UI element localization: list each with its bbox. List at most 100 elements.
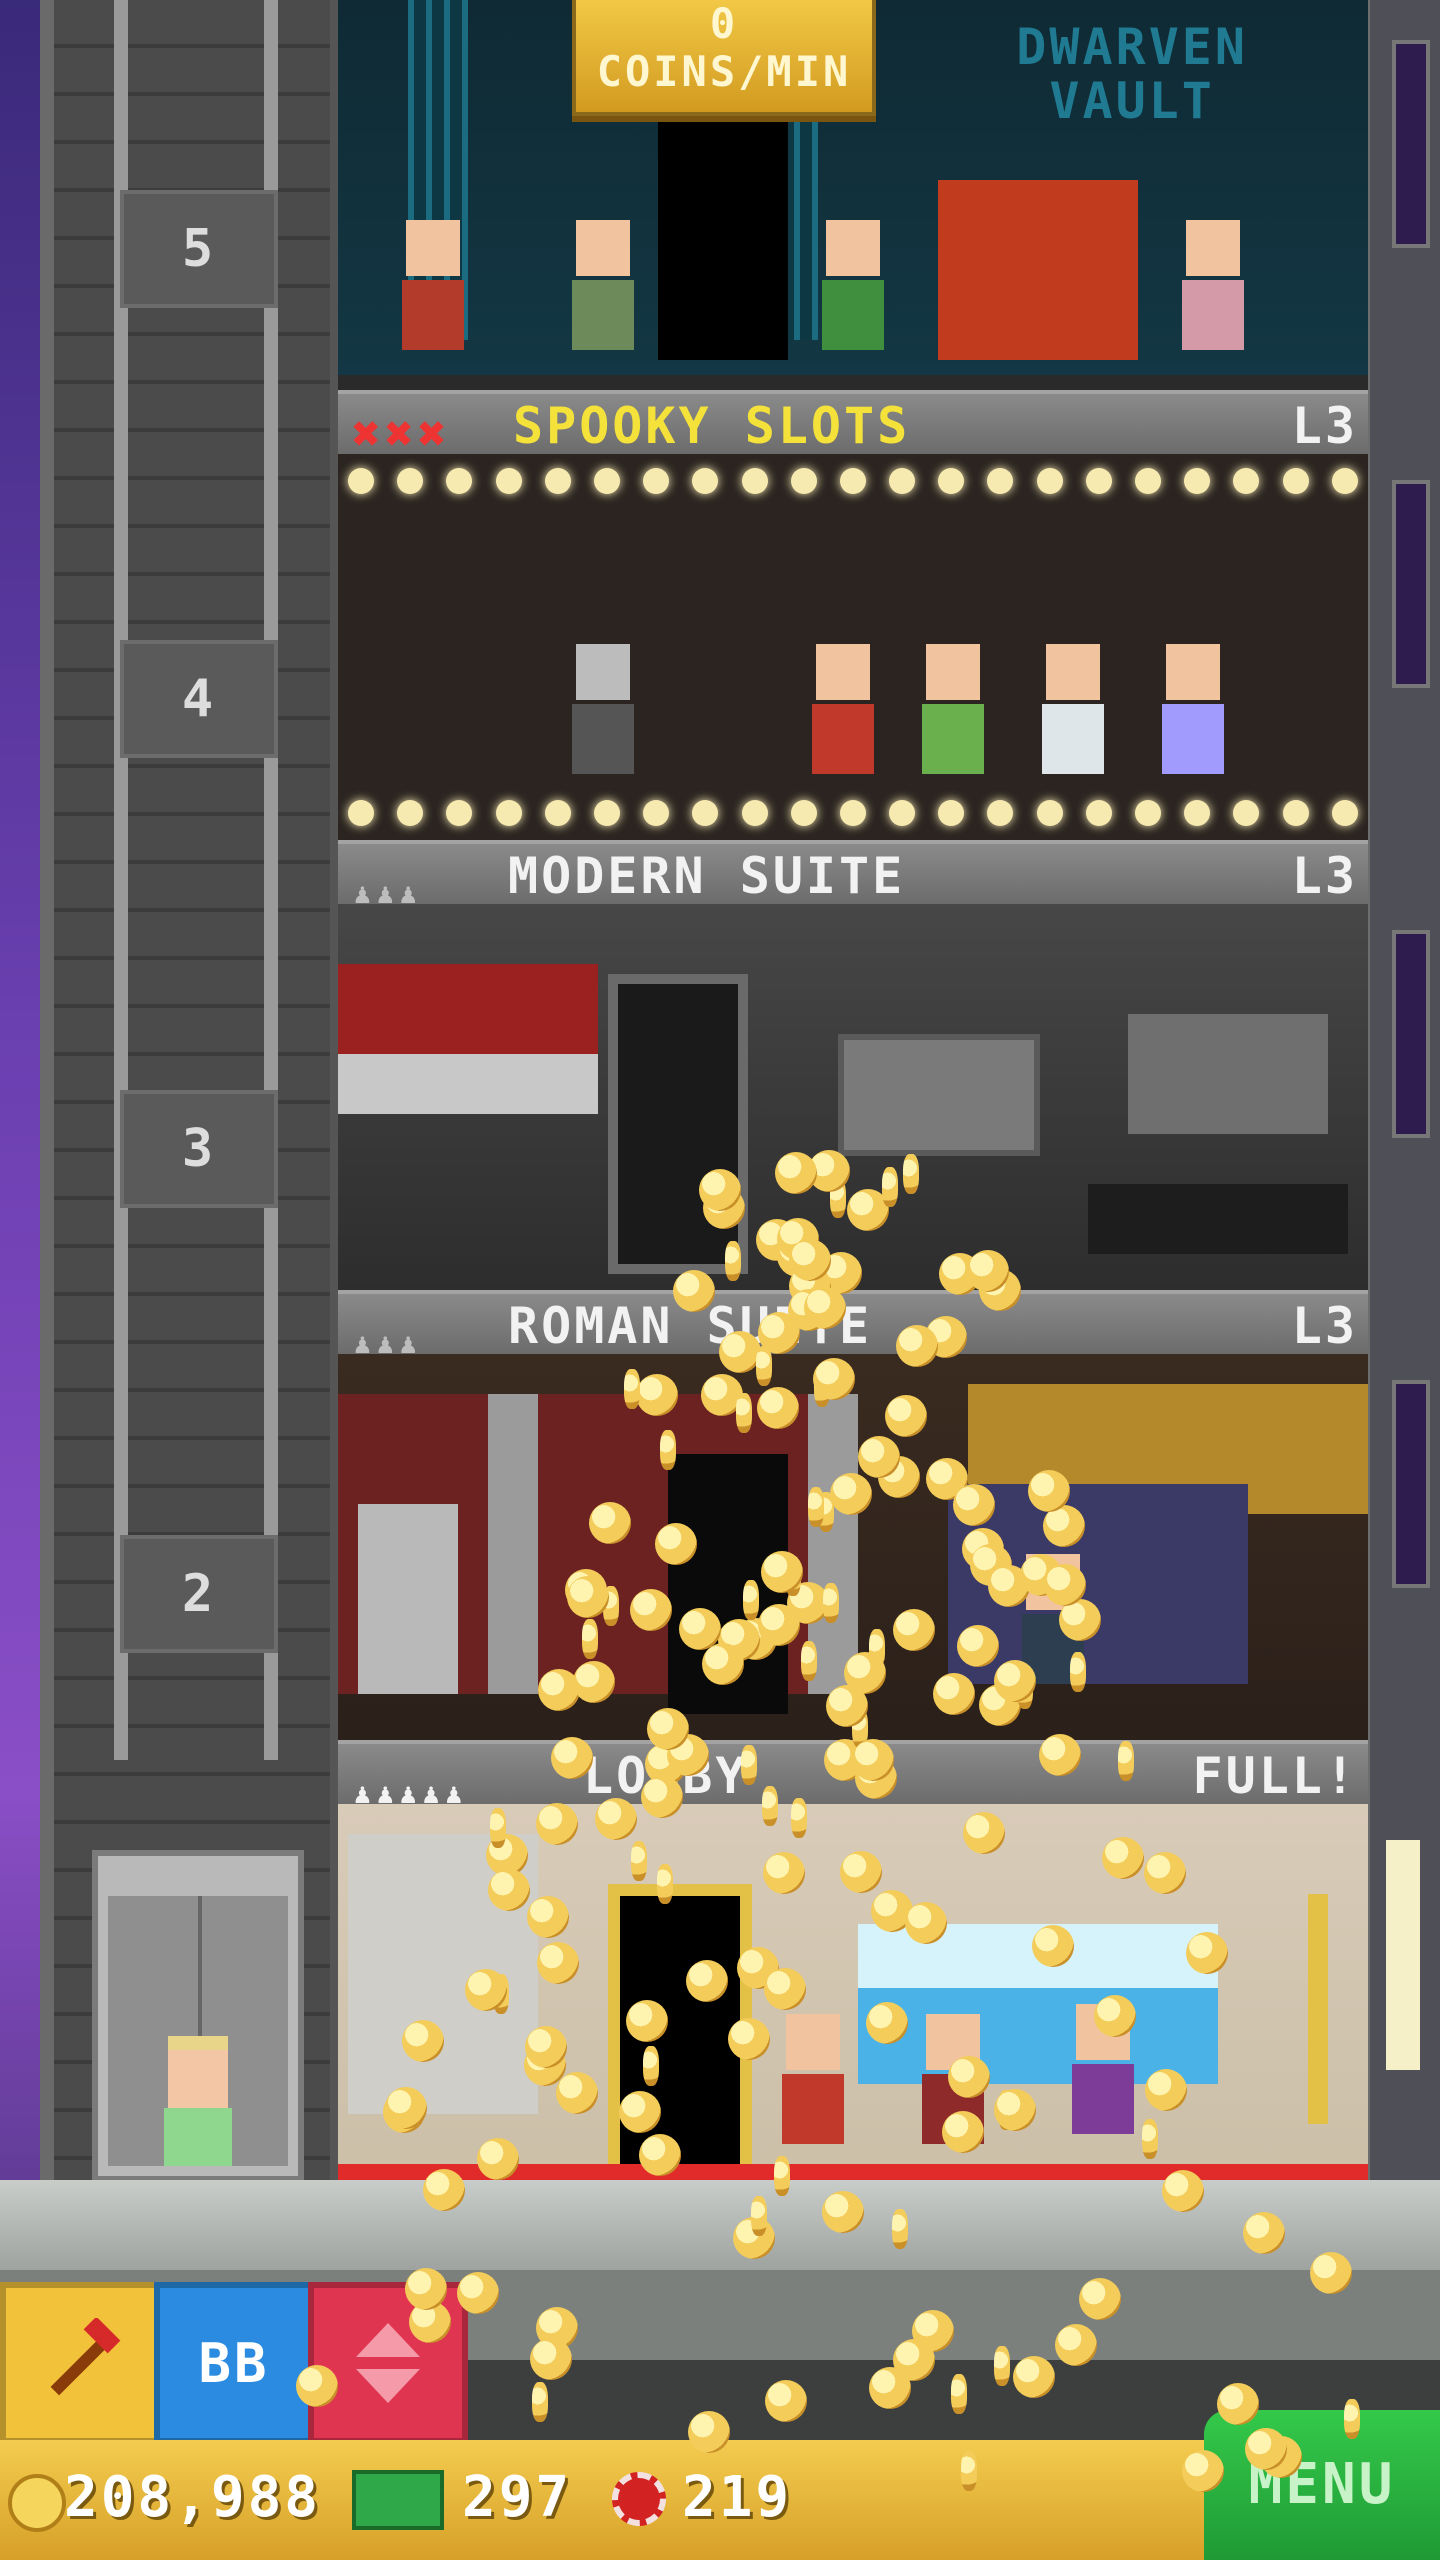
vault-sign-line2: VAULT <box>1049 72 1215 130</box>
falling-coin <box>646 1707 689 1750</box>
falling-coin <box>1055 2323 1098 2366</box>
falling-coin <box>1101 1837 1144 1880</box>
falling-coin <box>640 1776 683 1819</box>
room-spooky-slots[interactable]: ✖✖✖ SPOOKY SLOTS L3 <box>338 390 1368 840</box>
falling-coin <box>932 1673 975 1716</box>
bitbook-button[interactable]: BB <box>154 2282 314 2444</box>
falling-coin <box>800 1640 817 1681</box>
falling-coin <box>654 1523 697 1566</box>
marquee-bulbs-top <box>348 468 1358 498</box>
roman-column <box>488 1394 538 1694</box>
falling-coin <box>760 1550 803 1593</box>
slots-guest[interactable] <box>1158 644 1228 794</box>
coins-per-min-value: 0 <box>709 0 739 48</box>
falling-coin <box>1012 2355 1055 2398</box>
menu-button[interactable]: MENU <box>1204 2410 1440 2560</box>
modern-interior <box>338 904 1368 1290</box>
lit-side-window <box>1386 1840 1420 2070</box>
falling-coin <box>1117 1740 1134 1781</box>
falling-coin <box>295 2365 338 2408</box>
elevator-floor-5[interactable]: 5 <box>120 190 278 308</box>
falling-coin <box>1032 1925 1075 1968</box>
falling-coin <box>623 1368 640 1409</box>
marquee-bulbs-bottom <box>348 800 1358 830</box>
falling-coin <box>941 2110 984 2153</box>
vault-doorway <box>658 90 788 360</box>
falling-coin <box>1078 2278 1121 2321</box>
falling-coin <box>588 1501 631 1544</box>
falling-coin <box>764 2379 807 2422</box>
side-window <box>1392 480 1430 688</box>
coins-count[interactable]: 208,988 <box>64 2466 321 2530</box>
falling-coin <box>702 1642 745 1685</box>
falling-coin <box>994 2345 1011 2386</box>
vault-dwarf[interactable] <box>398 220 468 370</box>
falling-coin <box>566 1575 609 1618</box>
room-label-roman-suite[interactable]: ♟♟♟ ROMAN SUITE L3 <box>338 1290 1368 1362</box>
falling-coin <box>526 1895 569 1938</box>
chip-icon <box>612 2472 666 2526</box>
side-window <box>1392 930 1430 1138</box>
vault-sign: DWARVEN VAULT <box>1016 20 1248 128</box>
falling-coin <box>529 2338 572 2381</box>
coin-icon <box>8 2474 66 2532</box>
falling-coin <box>531 2381 548 2422</box>
slots-guest[interactable] <box>1038 644 1108 794</box>
falling-coin <box>656 1863 673 1904</box>
vault-dwarf[interactable] <box>818 220 888 370</box>
falling-coin <box>385 2087 428 2130</box>
elevator-car[interactable] <box>92 1850 304 2182</box>
hammer-icon <box>50 2318 121 2396</box>
coins-per-min-banner[interactable]: 0 COINS/MIN <box>572 0 876 116</box>
falling-coin <box>660 1429 677 1470</box>
lobby-guest[interactable] <box>778 2014 848 2164</box>
falling-coin <box>822 1582 839 1623</box>
falling-coin <box>839 1851 882 1894</box>
falling-coin <box>555 2071 598 2114</box>
room-level: L3 <box>1291 397 1358 455</box>
lobby-status: FULL! <box>1192 1747 1358 1805</box>
falling-coin <box>741 1745 758 1786</box>
falling-coin <box>550 1736 593 1779</box>
falling-coin <box>1343 2399 1360 2440</box>
falling-coin <box>1161 2169 1204 2212</box>
vault-visitor[interactable] <box>568 220 638 370</box>
modern-bed <box>1088 1184 1348 1254</box>
elevator-floor-3[interactable]: 3 <box>120 1090 278 1208</box>
falling-coin <box>1043 1564 1086 1607</box>
build-hammer-button[interactable] <box>0 2282 160 2444</box>
slots-guest[interactable] <box>918 644 988 794</box>
falling-coin <box>1039 1733 1082 1776</box>
falling-coin <box>1028 1469 1071 1512</box>
elevator-passenger[interactable] <box>158 2036 238 2166</box>
falling-coin <box>948 2055 991 2098</box>
sidewalk <box>0 2180 1440 2270</box>
side-window <box>1392 1380 1430 1588</box>
modern-window <box>338 1054 598 1114</box>
elevator-floor-4[interactable]: 4 <box>120 640 278 758</box>
falling-coin <box>1144 2068 1187 2111</box>
slots-ghost[interactable] <box>568 644 638 794</box>
room-name: SPOOKY SLOTS <box>513 397 911 455</box>
falling-coin <box>630 1841 647 1882</box>
falling-coin <box>464 1968 507 2011</box>
falling-coin <box>756 1387 799 1430</box>
roman-statue <box>358 1504 458 1694</box>
falling-coin <box>618 2091 661 2134</box>
falling-coin <box>962 1811 1005 1854</box>
elevator-floor-2[interactable]: 2 <box>120 1535 278 1653</box>
slots-bellhop[interactable] <box>808 644 878 794</box>
falling-coin <box>830 1472 873 1515</box>
room-label-modern-suite[interactable]: ♟♟♟ MODERN SUITE L3 <box>338 840 1368 912</box>
falling-coin <box>524 2026 567 2069</box>
falling-coin <box>735 1392 752 1433</box>
falling-coin <box>902 1153 919 1194</box>
vault-visitor[interactable] <box>1178 220 1248 370</box>
falling-coin <box>718 1330 761 1373</box>
room-label-spooky-slots[interactable]: ✖✖✖ SPOOKY SLOTS L3 <box>338 390 1368 462</box>
falling-coin <box>905 1902 948 1945</box>
chips-count[interactable]: 219 <box>682 2466 792 2530</box>
falling-coin <box>791 1797 808 1838</box>
bux-count[interactable]: 297 <box>462 2466 572 2530</box>
falling-coin <box>1217 2382 1260 2425</box>
